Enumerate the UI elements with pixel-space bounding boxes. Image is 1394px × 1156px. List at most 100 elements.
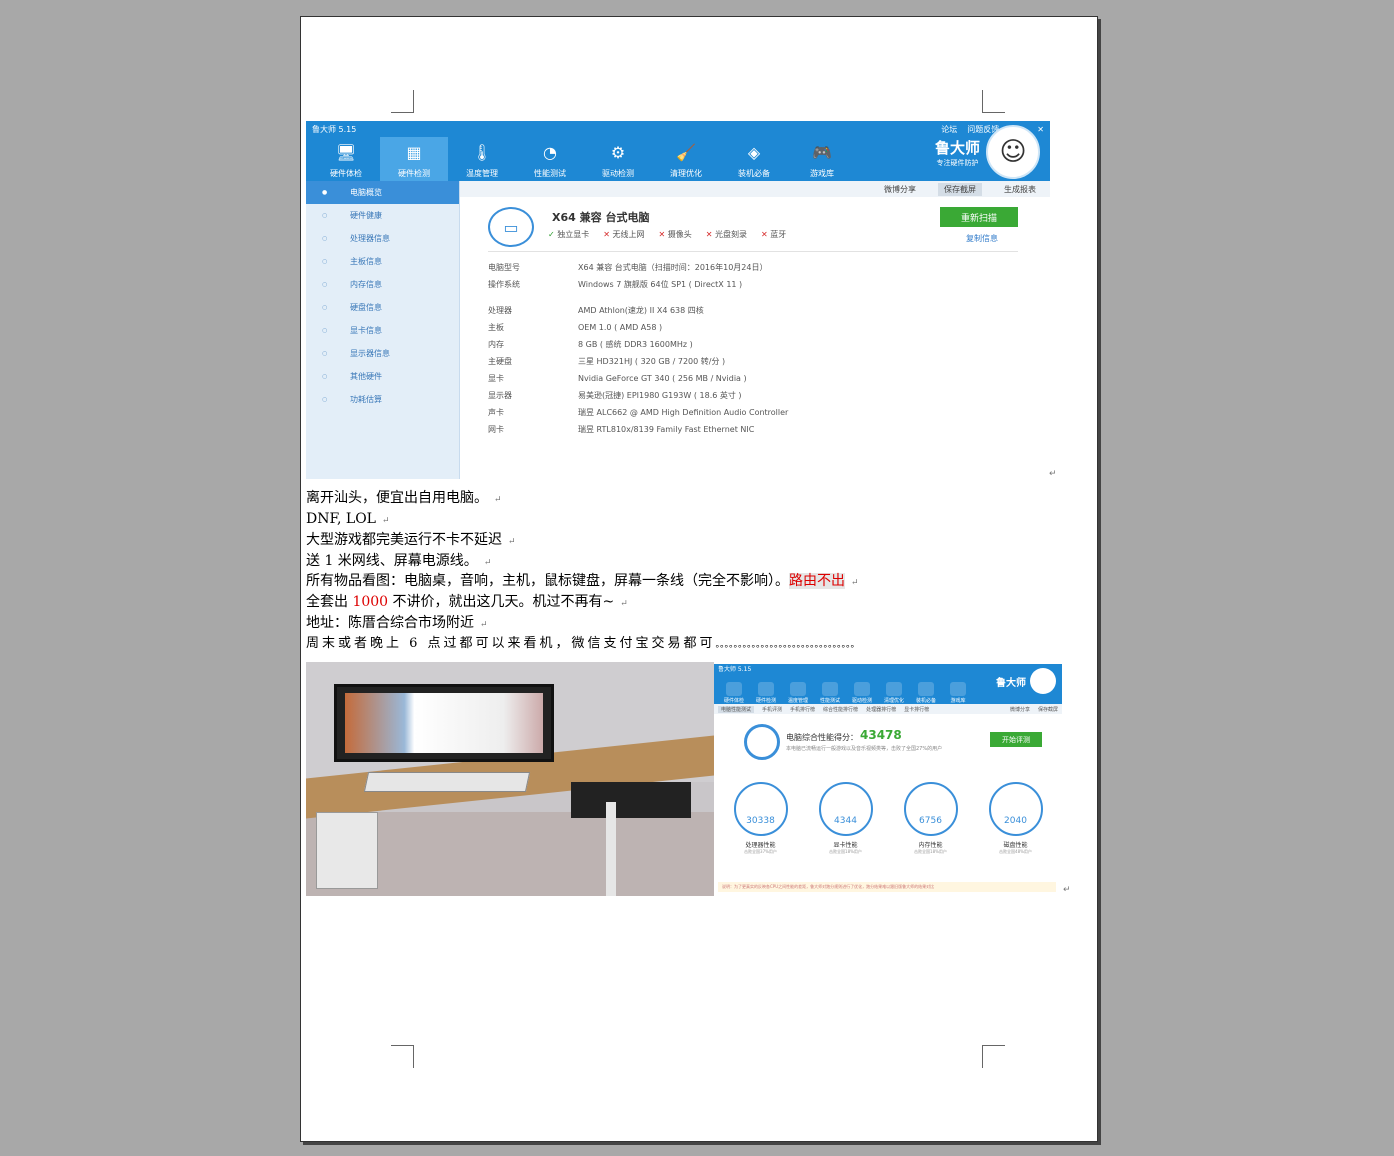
tab-pc-benchmark[interactable]: 电脑性能测试 [718,705,755,713]
tool-cleanup[interactable]: 🧹 清理优化 [652,137,720,181]
spec-key: 内存 [488,340,504,349]
bench-tool-label: 硬件检测 [755,698,776,704]
tab-phone-rank[interactable]: 手机排行榜 [790,706,815,713]
spec-key: 显示器 [488,391,512,400]
spec-key: 显卡 [488,374,504,383]
sidebar-item-disk[interactable]: ○ 硬盘信息 [306,296,459,319]
feature-label: 独立显卡 [557,230,590,239]
cross-icon: ✕ [705,230,713,239]
tool-label: 驱动检测 [602,169,634,178]
text-content: 离开汕头，便宜出自用电脑。 [306,490,488,506]
text-content: 周末或者晚上 6 点过都可以来看机，微信支付宝交易都可 [306,636,716,651]
tool-essentials[interactable]: ◈ 装机必备 [720,137,788,181]
check-icon: ✓ [548,230,555,239]
tool-label: 性能测试 [534,169,566,178]
gauge-icon: ◔ [543,142,557,162]
text-line: 离开汕头，便宜出自用电脑。 ↵ [306,488,502,510]
tab-phone-review[interactable]: 手机评测 [762,706,782,713]
bench-weibo-share[interactable]: 微博分享 [1010,706,1030,713]
spec-value: 瑞昱 RTL810x/8139 Family Fast Ethernet NIC [578,425,755,434]
tool-label: 硬件体检 [330,169,362,178]
sidebar-item-label: 处理器信息 [350,234,390,243]
text-line: 地址：陈厝合综合市场附近 ↵ [306,613,488,635]
paragraph-mark: ↵ [483,558,492,568]
sidebar-item-label: 其他硬件 [350,372,382,381]
brand: 鲁大师 专注硬件防护 ☺ [935,125,1040,179]
sidebar-item-display[interactable]: ○ 显示器信息 [306,342,459,365]
start-benchmark-button[interactable]: 开始评测 [990,732,1042,747]
spec-value: Nvidia GeForce GT 340 ( 256 MB / Nvidia … [578,374,747,383]
sidebar-item-other[interactable]: ○ 其他硬件 [306,365,459,388]
card-sub: 击败全国18%用户 [914,849,947,854]
bench-save-screenshot[interactable]: 保存截屏 [1038,706,1058,713]
box-icon: ◈ [747,142,761,162]
sidebar: ● 电脑概览 ○ 硬件健康 ○ 处理器信息 ○ 主板信息 ○ 内存信息 ○ 硬盘信息 ○ 显卡… [306,181,460,479]
weibo-share-button[interactable]: 微博分享 [878,183,922,196]
sidebar-item-label: 功耗估算 [350,395,382,404]
document-page: 鲁大师 5.15 论坛 问题反馈 ▾ – ✕ 🖥硬件体检 ▦硬件检测 🌡温度管理… [300,16,1098,1142]
sidebar-item-cpu[interactable]: ○ 处理器信息 [306,227,459,250]
bench-brand-name: 鲁大师 [996,677,1026,689]
bench-tool: 温度管理 [782,682,814,704]
tab-cpu-rank[interactable]: 处理器排行榜 [866,706,896,713]
gauge-icon [744,724,780,760]
spec-row: 主板 OEM 1.0 ( AMD A58 ) [488,319,988,336]
pc-summary: ▭ X64 兼容 台式电脑 ✓ 独立显卡 ✕ 无线上网 ✕ 摄像头 ✕ 光盘刻录… [488,207,1018,252]
bench-note: 说明：为了更真实的反映各CPU之间性能的差距，鲁大师对跑分规则进行了优化，跑分结… [718,882,1056,892]
tool-games[interactable]: 🎮 游戏库 [788,137,856,181]
paragraph-mark: ↵ [1063,885,1071,895]
text-line: 周末或者晚上 6 点过都可以来看机，微信支付宝交易都可。。。。。。。。。。。。。… [306,634,860,655]
tool-hardware-detect[interactable]: ▦ 硬件检测 [380,137,448,181]
copy-info-link[interactable]: 复制信息 [966,233,998,244]
bench-tool-label: 清理优化 [883,698,904,704]
sidebar-item-health[interactable]: ○ 硬件健康 [306,204,459,227]
score-label: 电脑综合性能得分： [786,733,858,742]
gear-icon [854,682,870,696]
card-label: 处理器性能 [745,842,776,849]
sidebar-item-power[interactable]: ○ 功耗估算 [306,388,459,411]
overall-score: 43478 [860,728,902,742]
feature-item: ✕ 光盘刻录 [706,229,747,240]
tool-temperature[interactable]: 🌡 温度管理 [448,137,516,181]
card-value: 30338 [733,782,788,836]
feature-item: ✕ 蓝牙 [761,229,786,240]
bullet-icon: ○ [322,258,328,265]
rescan-button[interactable]: 重新扫描 [940,207,1018,227]
card-value: 4344 [818,782,873,836]
card-value: 2040 [988,782,1043,836]
feature-label: 无线上网 [612,230,645,239]
spec-key: 操作系统 [488,280,520,289]
tool-benchmark[interactable]: ◔ 性能测试 [516,137,584,181]
spec-value: Windows 7 旗舰版 64位 SP1 ( DirectX 11 ) [578,280,743,289]
tab-overall-rank[interactable]: 综合性能排行榜 [823,706,858,713]
sidebar-item-label: 电脑概览 [350,188,382,197]
bullet-icon: ○ [322,396,328,403]
bullet-icon: ○ [322,304,328,311]
bench-tool-label: 装机必备 [915,698,936,704]
sidebar-item-overview[interactable]: ● 电脑概览 [306,181,459,204]
tab-gpu-rank[interactable]: 显卡排行榜 [904,706,929,713]
sidebar-item-label: 内存信息 [350,280,382,289]
spec-row: 显卡 Nvidia GeForce GT 340 ( 256 MB / Nvidi… [488,370,988,387]
paragraph-mark: ↵ [851,578,859,588]
sidebar-item-memory[interactable]: ○ 内存信息 [306,273,459,296]
save-screenshot-button[interactable]: 保存截屏 [938,182,982,196]
bench-tool-label: 硬件体检 [723,698,744,704]
text-line: 大型游戏都完美运行不卡不延迟 ↵ [306,530,516,552]
spec-key: 声卡 [488,408,504,417]
spec-value: 8 GB ( 感统 DDR3 1600MHz ) [578,340,693,349]
tool-hardware-checkup[interactable]: 🖥 硬件体检 [312,137,380,181]
gamepad-icon [950,682,966,696]
bullet-icon: ○ [322,350,328,357]
sidebar-item-gpu[interactable]: ○ 显卡信息 [306,319,459,342]
spec-key: 网卡 [488,425,504,434]
sidebar-item-mainboard[interactable]: ○ 主板信息 [306,250,459,273]
tool-driver[interactable]: ⚙ 驱动检测 [584,137,652,181]
paragraph-mark: ↵ [381,516,390,526]
generate-report-button[interactable]: 生成报表 [998,183,1042,196]
bench-tool-label: 游戏库 [950,698,966,704]
ludashi-screenshot: 鲁大师 5.15 论坛 问题反馈 ▾ – ✕ 🖥硬件体检 ▦硬件检测 🌡温度管理… [306,121,1050,479]
text-line: 送 1 米网线、屏幕电源线。 ↵ [306,551,491,573]
subbar: 微博分享 保存截屏 生成报表 [460,181,1050,197]
sidebar-item-label: 硬盘信息 [350,303,382,312]
